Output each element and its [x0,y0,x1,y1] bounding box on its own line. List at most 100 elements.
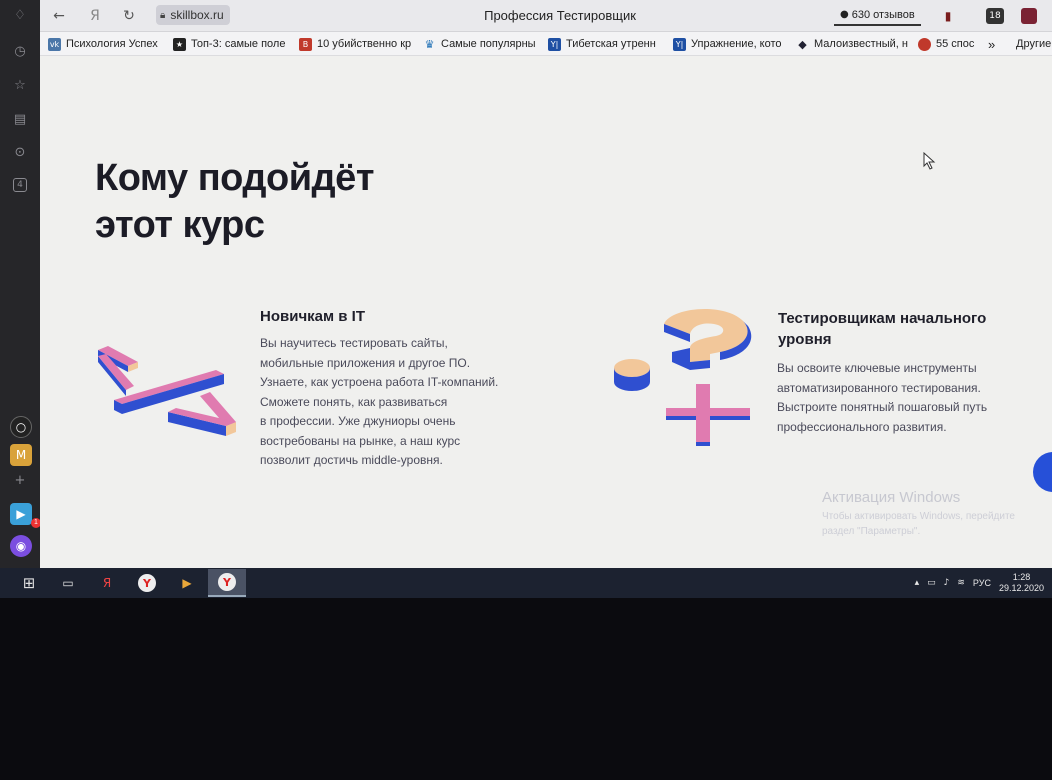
text-line: Узнаете, как устроена работа IT-компаний… [260,375,499,389]
downloads-icon[interactable]: ⊙ [9,141,31,163]
yandex-app-icon[interactable]: Я [94,571,120,595]
history-icon[interactable]: ◷ [9,40,31,62]
code-brackets-illustration [98,346,236,436]
add-app-icon[interactable]: + [9,469,31,491]
crown-icon: ♛ [424,37,435,51]
other-bookmarks-button[interactable]: Другие [1016,36,1052,52]
text-line: профессионального развития. [777,419,947,434]
yt-icon: Y| [548,37,561,51]
bookmark-item[interactable]: vk Психология Успех [48,36,164,52]
section-heading: Кому подойдёт этот курс [95,155,495,249]
heading-line: Кому подойдёт [95,157,374,199]
tab-count: 18 [986,8,1004,24]
system-tray: ▴ ▭ ♪ ≋ РУС 1:28 29.12.2020 [915,568,1044,598]
question-mark-shape [664,308,752,370]
bookmark-item[interactable]: Y| Упражнение, кото [673,36,787,52]
bell-icon[interactable]: ♢ [9,4,31,26]
star-icon[interactable]: ☆ [9,74,31,96]
tabs-button[interactable]: 18 [984,6,1006,26]
question-plus-illustration [614,308,752,446]
text-line: Вы научитесь тестировать сайты, [260,336,448,350]
heading-line: этот курс [95,204,265,246]
bookmark-item[interactable]: ◆ Малоизвестный, н [796,36,908,52]
tabs-badge: 4 [13,178,27,192]
yandex-browser-active-icon[interactable]: Y [208,569,246,597]
bookmark-label: Тибетская утренн [566,38,656,50]
right-bracket-shape [168,392,236,436]
bookmark-icon[interactable]: ▮ [939,6,957,26]
text-line: Вы освоите ключевые инструменты [777,361,977,375]
slash-shape [114,370,224,414]
dot-shape [614,359,650,391]
windows-taskbar: ⊞ ▭ Я Y ▶ Y ▴ ▭ ♪ ≋ РУС 1:28 29.12.2020 [0,568,1052,598]
clock[interactable]: 1:28 29.12.2020 [999,572,1044,594]
reviews-count: 630 отзывов [851,8,915,21]
screen: ♢ ◷ ☆ ▤ ⊙ 4 ○ M + ▶ 1 ◉ ← Я ↻ 🔒︎ skillbo… [0,0,1052,600]
browser-sidebar: ♢ ◷ ☆ ▤ ⊙ 4 ○ M + ▶ 1 ◉ [0,0,41,568]
alice-app-icon[interactable]: ○ [10,416,32,438]
chat-button[interactable] [1033,452,1052,492]
reviews-button[interactable]: ● 630 отзывов [834,5,921,26]
b-icon: B [299,37,312,51]
bookmark-item[interactable]: ♛ Самые популярны [423,36,536,52]
back-button[interactable]: ← [50,6,68,26]
title-line: Тестировщикам начального [778,310,987,327]
bookmarks-more-button[interactable]: » [988,36,1002,52]
yt-icon: Y| [673,37,686,51]
language-indicator[interactable]: РУС [973,578,991,588]
alice-icon[interactable]: ◉ [10,535,32,557]
bookmark-item[interactable]: 55 спос [918,36,980,52]
bookmark-label: 10 убийственно кр [317,38,412,50]
clock-time: 1:28 [1012,572,1031,582]
bookmark-label: Самые популярны [441,38,536,50]
text-line: Выстроите понятный пошаговый путь [777,400,988,414]
lock-icon: 🔒︎ [160,9,166,21]
title-line: уровня [778,331,832,348]
card-title: Тестировщикам начального уровня [778,308,986,350]
card-description: Вы освоите ключевые инструменты автомати… [777,359,987,437]
mail-icon[interactable]: M [10,444,32,466]
card-title: Новичкам в IT [260,308,365,325]
address-text: skillbox.ru [170,8,224,22]
star-icon: ★ [173,37,186,51]
card-description: Вы научитесь тестировать сайты, мобильны… [260,334,498,471]
text-line: мобильные приложения и другое ПО. [260,355,471,370]
bookmark-item[interactable]: B 10 убийственно кр [299,36,412,52]
media-app-icon[interactable]: ▶ [174,571,200,595]
reload-button[interactable]: ↻ [120,6,138,26]
play-app-icon[interactable]: ▶ [10,503,32,525]
bookmark-label: Упражнение, кото [691,38,782,50]
windows-start-icon[interactable]: ⊞ [16,571,42,595]
volume-icon[interactable]: ♪ [944,578,950,588]
page-content: Кому подойдёт этот курс Новичкам в IT Вы… [40,57,1052,568]
text-line: востребованы на рынке, а наш курс [260,433,461,448]
browser-toolbar: ← Я ↻ 🔒︎ skillbox.ru Профессия Тестировщ… [40,0,1052,32]
activation-line: Чтобы активировать Windows, перейдите [822,511,1015,522]
vk-icon: vk [48,37,61,51]
plus-shape [666,384,750,446]
text-line: автоматизированного тестирования. [777,380,981,395]
bookmark-label: 55 спос [936,38,975,50]
bookmark-item[interactable]: Y| Тибетская утренн [548,36,661,52]
tray-arrow-icon[interactable]: ▴ [915,578,920,588]
text-line: в профессии. Уже джуниоры очень [260,414,456,428]
battery-icon[interactable]: ▭ [927,578,936,588]
bookmark-label: Топ-3: самые поле [191,38,286,50]
whatsapp-icon[interactable] [1019,6,1039,26]
activation-line: раздел "Параметры". [822,526,921,537]
tabs-icon[interactable]: 4 [9,174,31,196]
notes-icon[interactable]: ▤ [9,108,31,130]
address-bar[interactable]: 🔒︎ skillbox.ru [156,5,230,25]
yandex-button[interactable]: Я [86,6,104,26]
left-bracket-shape [98,346,138,396]
laptop-bezel [0,598,1052,780]
wifi-icon[interactable]: ≋ [957,578,965,588]
mouse-cursor-icon [923,152,936,170]
task-view-icon[interactable]: ▭ [55,571,81,595]
yandex-browser-icon[interactable]: Y [134,571,160,595]
speech-bubble-icon: ● [840,9,849,20]
bookmark-item[interactable]: ★ Топ-3: самые поле [173,36,291,52]
text-line: Сможете понять, как развиваться [260,394,448,409]
red-dot-icon [918,37,931,51]
windows-activation-watermark: Активация Windows Чтобы активировать Win… [822,489,1052,539]
